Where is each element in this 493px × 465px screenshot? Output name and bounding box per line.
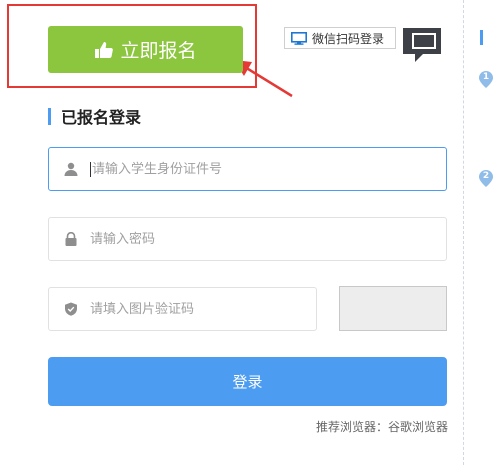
- login-button-label: 登录: [232, 373, 263, 391]
- shield-icon: [65, 302, 77, 316]
- register-button[interactable]: 立即报名: [48, 26, 243, 73]
- user-icon: [64, 162, 78, 176]
- login-section-title: 已报名登录: [48, 106, 142, 127]
- side-section-title-bar: [480, 30, 483, 45]
- captcha-field[interactable]: [48, 287, 317, 331]
- step-number: 2: [482, 171, 490, 181]
- qr-corner-icon[interactable]: [401, 26, 443, 68]
- step-badge-1: 1: [479, 71, 493, 88]
- wechat-login-button[interactable]: 微信扫码登录: [284, 27, 396, 49]
- wechat-login-label: 微信扫码登录: [312, 31, 385, 46]
- panel-divider: [463, 0, 464, 465]
- section-title-bar: [48, 107, 51, 125]
- id-number-field[interactable]: [48, 147, 447, 191]
- password-field[interactable]: [48, 217, 447, 261]
- captcha-image[interactable]: [339, 286, 447, 331]
- captcha-input[interactable]: [90, 288, 316, 330]
- lock-icon: [65, 232, 77, 246]
- password-input[interactable]: [90, 218, 446, 260]
- step-number: 1: [482, 72, 490, 82]
- monitor-icon: [291, 31, 307, 45]
- browser-recommendation: 推荐浏览器：谷歌浏览器: [315, 420, 448, 434]
- register-button-label: 立即报名: [120, 40, 197, 62]
- text-cursor: [90, 161, 91, 177]
- login-section-title-text: 已报名登录: [61, 108, 142, 127]
- id-number-input[interactable]: [92, 148, 446, 190]
- login-button[interactable]: 登录: [48, 357, 447, 406]
- thumbs-up-icon: [95, 41, 114, 58]
- step-badge-2: 2: [479, 170, 493, 187]
